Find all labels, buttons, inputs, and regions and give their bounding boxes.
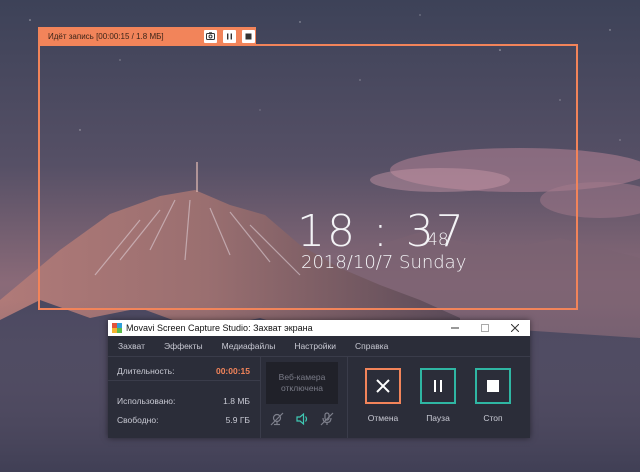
minimize-icon — [451, 327, 459, 329]
stop-label: Стоп — [483, 413, 503, 423]
menu-bar: Захват Эффекты Медиафайлы Настройки Спра… — [108, 336, 530, 357]
title-bar[interactable]: Movavi Screen Capture Studio: Захват экр… — [108, 320, 530, 336]
app-icon — [112, 323, 122, 333]
close-icon — [376, 379, 390, 393]
pause-icon — [434, 380, 442, 392]
maximize-button[interactable] — [470, 320, 500, 336]
recording-pause-button[interactable] — [223, 29, 236, 43]
cancel-label: Отмена — [367, 413, 399, 423]
pause-label: Пауза — [426, 413, 450, 423]
menu-media[interactable]: Медиафайлы — [222, 341, 276, 351]
pause-icon — [227, 33, 232, 39]
menu-capture[interactable]: Захват — [118, 341, 145, 351]
recording-toolbar: Идёт запись [00:00:15 / 1.8 МБ] — [38, 27, 256, 45]
window-title: Movavi Screen Capture Studio: Захват экр… — [126, 323, 313, 333]
close-icon — [511, 324, 519, 332]
menu-settings[interactable]: Настройки — [294, 341, 336, 351]
camera-icon — [206, 32, 215, 40]
menu-help[interactable]: Справка — [355, 341, 388, 351]
pause-button[interactable] — [420, 368, 456, 404]
capture-area-frame[interactable] — [38, 44, 578, 310]
maximize-icon — [481, 324, 489, 332]
capture-window: Movavi Screen Capture Studio: Захват экр… — [108, 320, 530, 438]
screenshot-button[interactable] — [204, 29, 217, 43]
recording-stop-button[interactable] — [242, 29, 255, 43]
cancel-button[interactable] — [365, 368, 401, 404]
minimize-button[interactable] — [440, 320, 470, 336]
stop-icon — [245, 33, 252, 39]
control-panel: Отмена Пауза Стоп — [108, 356, 530, 438]
recording-status: Идёт запись [00:00:15 / 1.8 МБ] — [48, 31, 164, 41]
close-button[interactable] — [500, 320, 530, 336]
stop-icon — [487, 380, 499, 392]
stop-button[interactable] — [475, 368, 511, 404]
menu-effects[interactable]: Эффекты — [164, 341, 203, 351]
